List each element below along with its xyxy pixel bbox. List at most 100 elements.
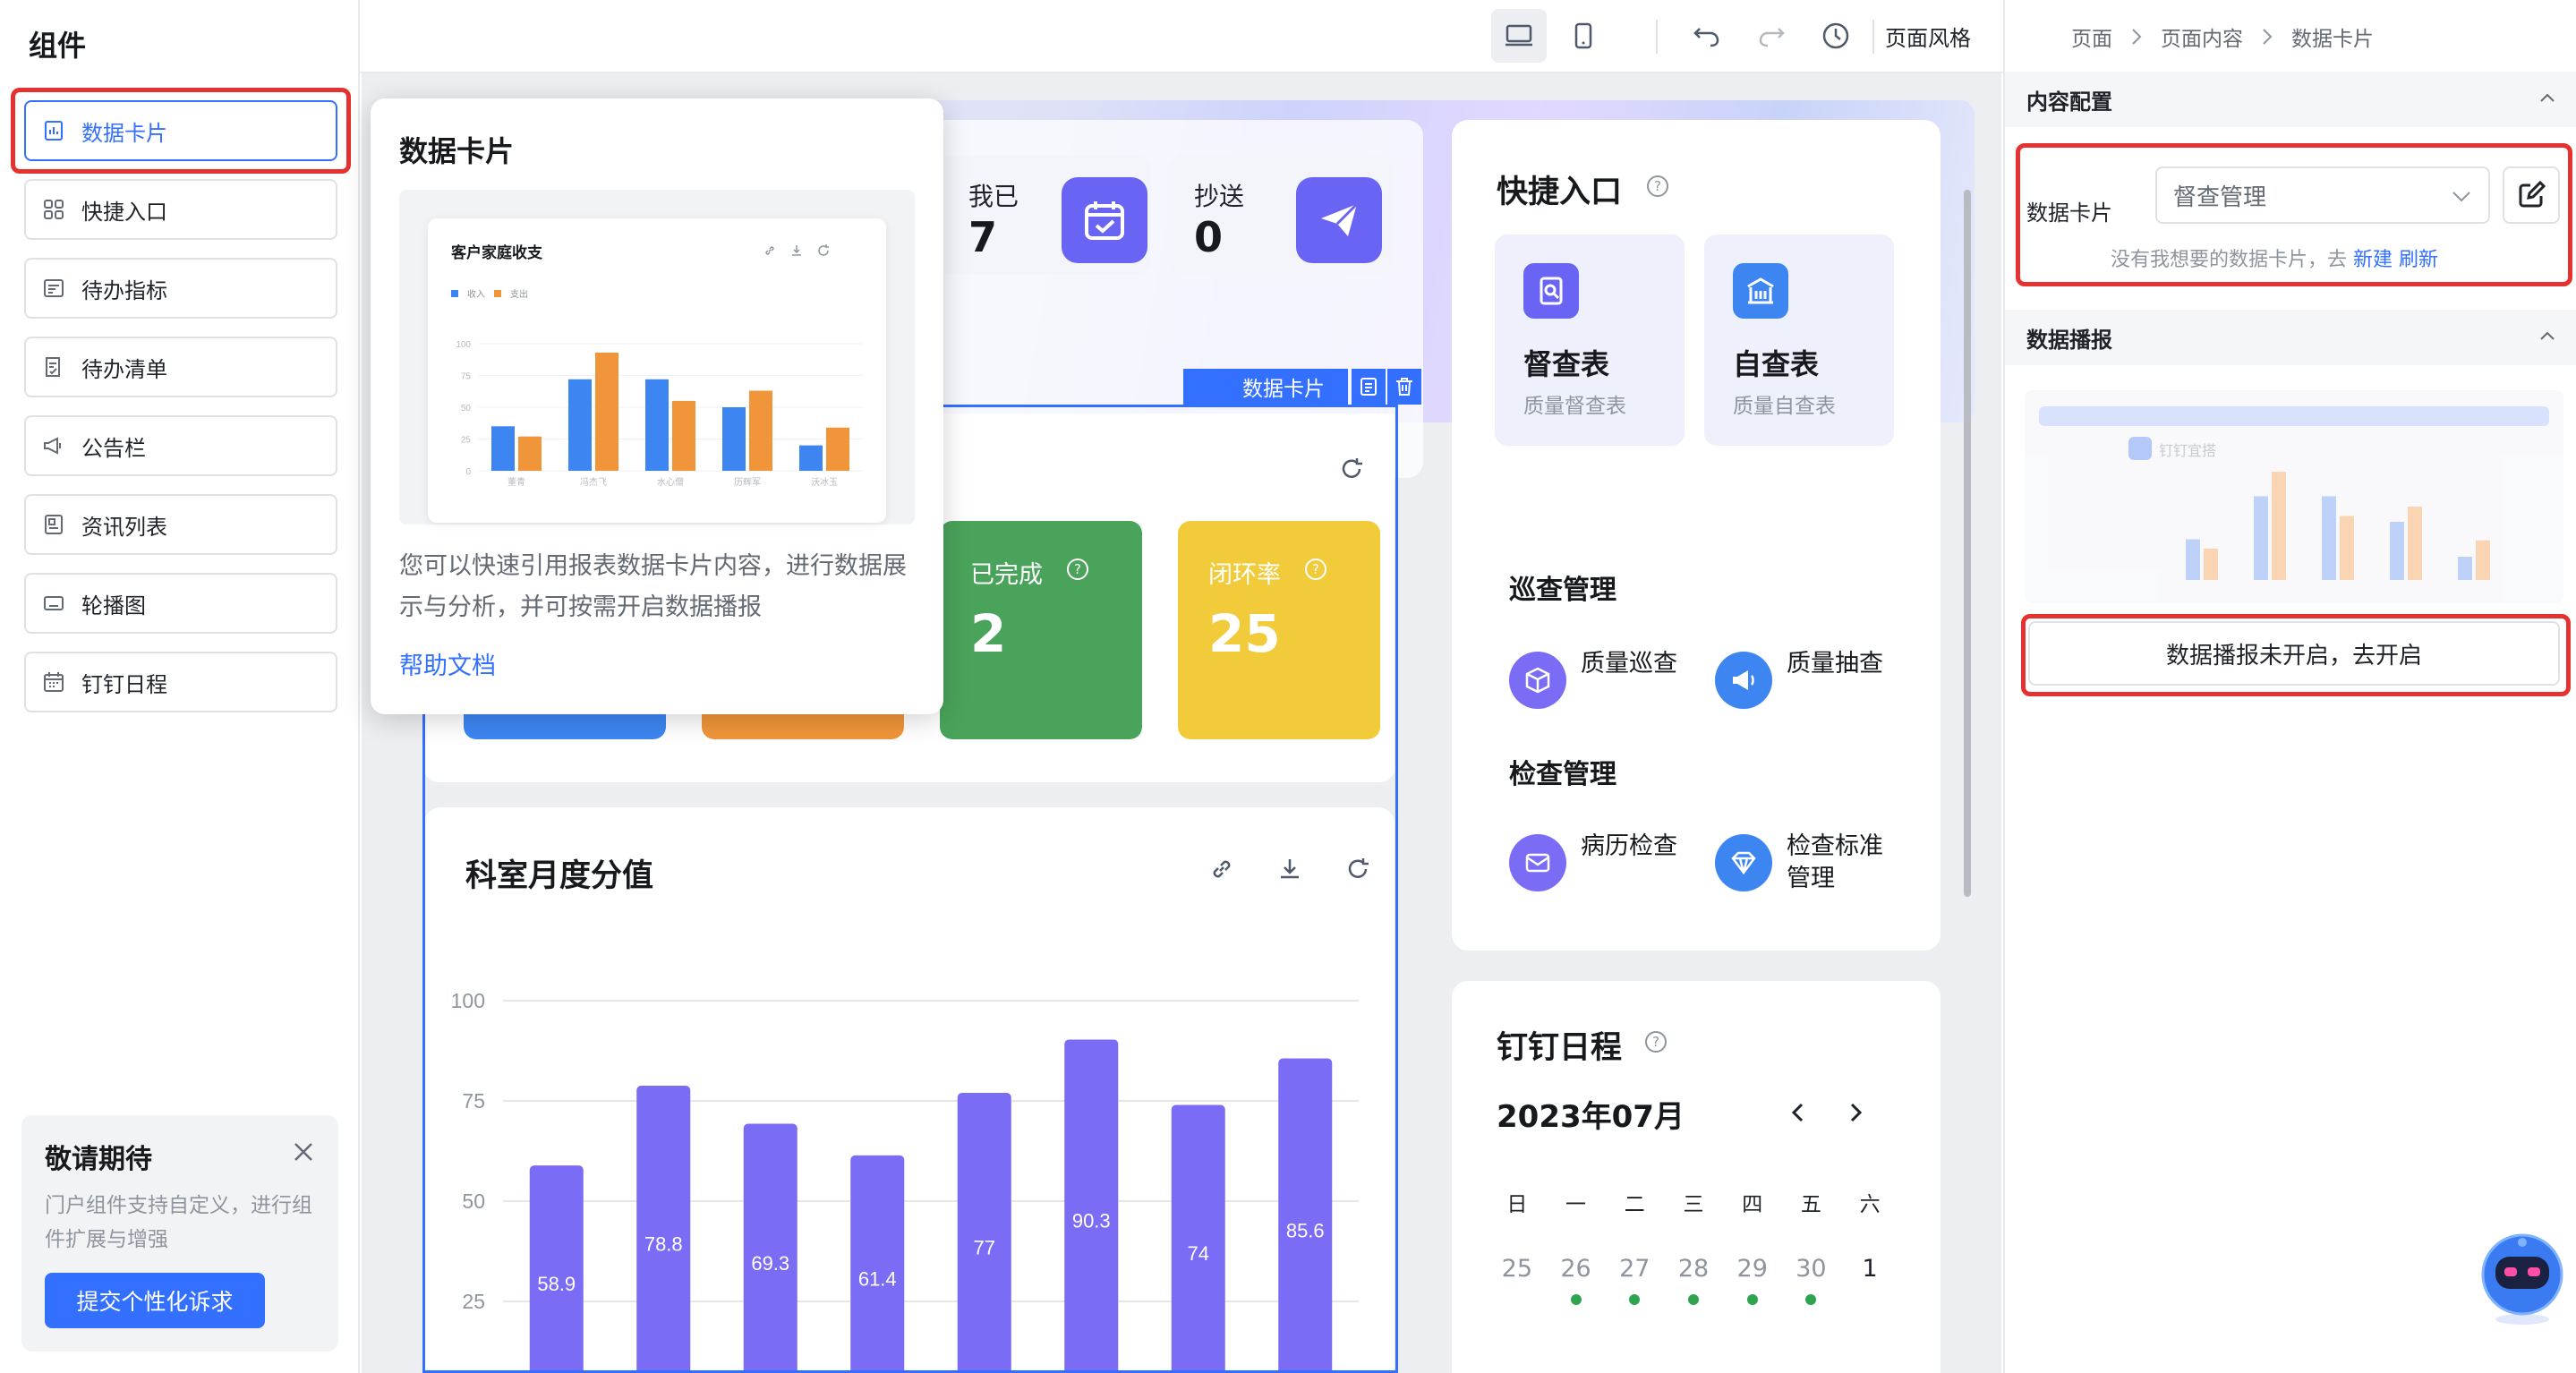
chevron-left-icon[interactable] — [1785, 1099, 1812, 1126]
weekday-label: 二 — [1624, 1193, 1645, 1216]
y-tick-label: 0 — [465, 467, 471, 477]
calendar-day[interactable]: 30 — [1782, 1255, 1841, 1283]
quick-item-supervision[interactable]: 督查表 质量督查表 — [1495, 235, 1685, 446]
selection-tag[interactable]: 数据卡片 — [1183, 369, 1348, 405]
help-doc-link[interactable]: 帮助文档 — [399, 646, 496, 681]
faded-bar-expense — [2340, 516, 2354, 580]
section-data-broadcast[interactable]: 数据播报 — [2005, 310, 2576, 365]
x-tick-label: 沃冰玉 — [811, 476, 838, 488]
weekday-label: 六 — [1859, 1193, 1881, 1216]
patrol-item[interactable]: 检查标准管理 — [1715, 827, 1912, 899]
diamond-icon — [1715, 834, 1772, 891]
component-item[interactable]: 钉钉日程 — [24, 652, 337, 712]
history-icon[interactable] — [1808, 9, 1864, 63]
preview-bar-expense — [518, 436, 542, 471]
popover-title: 数据卡片 — [399, 134, 515, 168]
desktop-view-icon[interactable] — [1491, 9, 1547, 63]
summary-label: 抄送 — [1194, 182, 1245, 211]
patrol-item[interactable]: 病历检查 — [1509, 827, 1706, 899]
group-title: 巡查管理 — [1509, 575, 1616, 606]
day-row: 25 26 27 28 29 30 1 — [1488, 1255, 1899, 1326]
quick-item-title: 督查表 — [1523, 347, 1610, 381]
summary-item[interactable]: 抄送 0 — [1167, 156, 1393, 274]
component-label: 公告栏 — [81, 435, 146, 461]
promo-title: 敬请期待 — [45, 1144, 152, 1175]
summary-value: 7 — [968, 213, 998, 261]
calendar-day[interactable]: 27 — [1605, 1255, 1664, 1283]
todo-list-icon — [42, 355, 65, 379]
chevron-right-icon — [2132, 29, 2142, 45]
building-icon — [1733, 263, 1788, 319]
group-title: 检查管理 — [1509, 759, 1616, 790]
quick-item-title: 自查表 — [1733, 347, 1820, 381]
preview-bar-expense — [826, 427, 849, 471]
preview-bar-income — [491, 426, 515, 471]
quick-item-self-check[interactable]: 自查表 质量自查表 — [1704, 235, 1894, 446]
chevron-up-icon — [2540, 93, 2555, 102]
mobile-view-icon[interactable] — [1556, 9, 1611, 63]
undo-icon[interactable] — [1679, 9, 1735, 63]
delete-icon[interactable] — [1387, 369, 1421, 405]
component-label: 钉钉日程 — [81, 671, 167, 697]
summary-item[interactable]: 我已 7 — [931, 156, 1151, 274]
chevron-right-icon — [2263, 29, 2273, 45]
y-tick-label: 25 — [461, 436, 472, 446]
patrol-item-label: 质量巡查 — [1581, 650, 1677, 678]
submit-request-button[interactable]: 提交个性化诉求 — [45, 1273, 265, 1328]
component-item[interactable]: 快捷入口 — [24, 179, 337, 240]
calendar-day[interactable]: 1 — [1840, 1255, 1899, 1283]
component-item[interactable]: 待办指标 — [24, 258, 337, 319]
breadcrumb-item[interactable]: 页面内容 — [2161, 21, 2243, 52]
section-title: 数据播报 — [2026, 327, 2112, 353]
help-icon[interactable]: ? — [1645, 1031, 1667, 1053]
calendar-day[interactable]: 25 — [1488, 1255, 1547, 1283]
section-title: 内容配置 — [2026, 89, 2112, 115]
mail-icon — [1509, 834, 1566, 891]
x-tick-label: 董青 — [508, 476, 525, 488]
calendar-title: 钉钉日程 — [1497, 1030, 1623, 1066]
page-style-button[interactable]: 页面风格 — [1885, 0, 1971, 72]
close-icon[interactable] — [292, 1140, 315, 1164]
event-dot — [1805, 1294, 1817, 1305]
weekday-label: 四 — [1742, 1193, 1763, 1216]
patrol-item[interactable]: 质量抽查 — [1715, 644, 1912, 716]
component-label: 待办清单 — [81, 356, 167, 382]
assistant-robot-icon[interactable] — [2479, 1230, 2565, 1328]
component-panel: 组件 数据卡片 快捷入口 待办指标 待办清单 公告栏 资讯列表 轮播图 钉钉日程 敬请期待 门… — [0, 0, 360, 1373]
config-panel: 页面 页面内容 数据卡片 内容配置 数据卡片 督查管理 没有我想要的数据卡片，去… — [2003, 0, 2576, 1373]
calendar-day[interactable]: 28 — [1664, 1255, 1723, 1283]
highlight-box — [11, 88, 351, 174]
component-item[interactable]: 资讯列表 — [24, 494, 337, 555]
preview-bar-income — [645, 379, 669, 471]
calendar-icon — [42, 670, 65, 694]
calendar-month: 2023年07月 — [1497, 1099, 1685, 1135]
y-tick-label: 100 — [456, 340, 471, 350]
component-label: 待办指标 — [81, 277, 167, 303]
section-content-config[interactable]: 内容配置 — [2005, 72, 2576, 127]
weekday-label: 一 — [1565, 1193, 1587, 1216]
summary-label: 我已 — [968, 182, 1019, 211]
preview-card: 客户家庭收支 收入 支出 100 75 50 25 0 董青 冯杰飞 水心僧 历辉军 沃冰玉 — [428, 218, 886, 523]
redo-icon[interactable] — [1744, 9, 1799, 63]
component-item[interactable]: 公告栏 — [24, 415, 337, 476]
canvas-scrollbar[interactable] — [1964, 190, 1971, 897]
weekday-label: 三 — [1683, 1193, 1704, 1216]
calendar-card: 钉钉日程 ? 2023年07月 日 一 二 三 四 五 六 25 26 27 28 29 30 1 — [1452, 981, 1941, 1373]
component-item[interactable]: 轮播图 — [24, 573, 337, 634]
chevron-right-icon[interactable] — [1842, 1099, 1869, 1126]
component-item[interactable]: 待办清单 — [24, 337, 337, 397]
breadcrumb-item[interactable]: 页面 — [2071, 21, 2112, 52]
weekday-label: 日 — [1506, 1193, 1528, 1216]
patrol-item-label: 质量抽查 — [1787, 650, 1883, 678]
send-icon — [1296, 177, 1382, 263]
calendar-day[interactable]: 29 — [1723, 1255, 1782, 1283]
component-label: 轮播图 — [81, 593, 146, 618]
quick-title: 快捷入口 — [1497, 175, 1623, 210]
copy-icon[interactable] — [1352, 369, 1386, 405]
todo-metric-icon — [42, 277, 65, 300]
faded-bar-income — [2390, 522, 2404, 580]
y-tick-label: 50 — [461, 404, 472, 414]
help-icon[interactable]: ? — [1647, 175, 1668, 197]
calendar-day[interactable]: 26 — [1547, 1255, 1606, 1283]
patrol-item[interactable]: 质量巡查 — [1509, 644, 1706, 716]
